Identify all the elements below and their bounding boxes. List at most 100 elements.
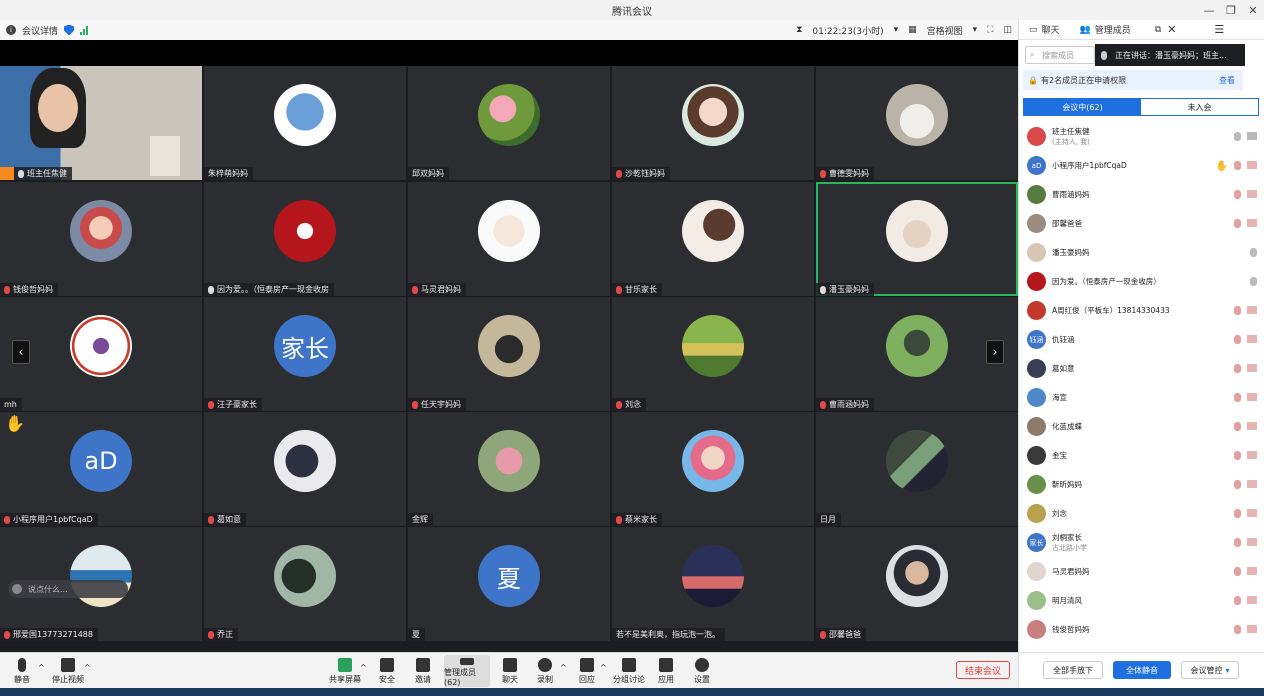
stop-video-button[interactable]: 停止视频 [48, 655, 88, 687]
video-tile[interactable]: 马灵君妈妈 [408, 182, 610, 296]
avatar [478, 430, 540, 492]
video-tile[interactable]: 蔡米家长 [612, 412, 814, 526]
list-item[interactable]: 刘念 [1019, 499, 1264, 528]
video-tile[interactable]: 班主任焦健 [0, 66, 202, 180]
list-item[interactable]: A周红俊（平板车）13814330433 [1019, 296, 1264, 325]
meeting-control-dropdown[interactable]: 会议管控 ▾ [1181, 661, 1239, 679]
video-tile-active-speaker[interactable]: 潘玉豪妈妈 [816, 182, 1018, 296]
grid-view-icon[interactable]: ▦ [908, 25, 917, 35]
list-item[interactable]: 明月清风 [1019, 586, 1264, 615]
mic-muted-icon [820, 400, 826, 409]
prev-page-button[interactable]: ‹ [12, 340, 30, 364]
member-status-toggle: 会议中(62) 未入会 [1023, 98, 1259, 116]
video-tile[interactable]: 日月 [816, 412, 1018, 526]
tile-name: 因为爱。。（恒泰房产一现金收房 [204, 283, 334, 296]
tile-name: 葛如意 [204, 513, 246, 526]
chevron-up-icon[interactable]: ^ [38, 663, 45, 672]
chevron-up-icon[interactable]: ^ [600, 663, 607, 672]
video-tile[interactable]: 乔正 [204, 527, 406, 641]
chat-quick-input[interactable]: 说点什么... [8, 580, 128, 598]
os-taskbar [0, 688, 1264, 696]
video-tile[interactable]: 邵馨爸爸 [816, 527, 1018, 641]
chat-button[interactable]: 聊天 [490, 655, 530, 687]
tab-chat[interactable]: ▭ 聊天 [1019, 20, 1070, 40]
network-signal-icon[interactable] [80, 25, 89, 35]
tile-name: 小程序用户1pbfCqaD [0, 513, 98, 526]
list-item[interactable]: 化蓝成蝶 [1019, 412, 1264, 441]
mute-all-button[interactable]: 全体静音 [1113, 661, 1171, 679]
invite-button[interactable]: 邀请 [403, 655, 443, 687]
settings-button[interactable]: 设置 [682, 655, 722, 687]
tab-in-meeting[interactable]: 会议中(62) [1024, 99, 1141, 115]
info-icon[interactable]: i [6, 25, 16, 35]
breakout-rooms-button[interactable]: 分组讨论 [609, 655, 649, 687]
video-tile[interactable]: 家长 汪子豪家长 [204, 297, 406, 411]
meeting-details-button[interactable]: 会议详情 [22, 24, 58, 37]
next-page-button[interactable]: › [986, 340, 1004, 364]
share-screen-button[interactable]: 共享屏幕 [325, 655, 365, 687]
list-item[interactable]: 曹雨涵妈妈 [1019, 180, 1264, 209]
mic-icon [18, 658, 26, 672]
close-panel-icon[interactable]: ✕ [1167, 23, 1176, 36]
sidebar-toggle-icon[interactable]: ◫ [1003, 25, 1012, 35]
apps-button[interactable]: 应用 [646, 655, 686, 687]
video-tile[interactable]: 朱梓萌妈妈 [204, 66, 406, 180]
list-item[interactable]: 金宝 [1019, 441, 1264, 470]
video-tile[interactable]: 夏 夏 [408, 527, 610, 641]
meeting-timer[interactable]: 01:22:23(3小时) [812, 24, 883, 37]
tile-name: 日月 [816, 513, 841, 526]
view-requests-link[interactable]: 查看 [1219, 75, 1235, 86]
manage-members-button[interactable]: 管理成员(62) [444, 655, 490, 687]
chevron-down-icon[interactable]: ▾ [973, 25, 978, 35]
popout-icon[interactable]: ⧉ [1155, 25, 1161, 35]
chevron-up-icon[interactable]: ^ [560, 663, 567, 672]
menu-icon[interactable]: ☰ [1214, 23, 1224, 36]
fullscreen-icon[interactable]: ⛶ [987, 25, 993, 35]
list-item[interactable]: 葛如意 [1019, 354, 1264, 383]
tab-members[interactable]: 👥 管理成员 [1070, 20, 1141, 40]
list-item[interactable]: 家长 刘桐家长 古北路小学 [1019, 528, 1264, 557]
mic-icon [1101, 50, 1107, 60]
video-tile[interactable]: 因为爱。。（恒泰房产一现金收房 [204, 182, 406, 296]
chevron-down-icon[interactable]: ▾ [894, 25, 899, 35]
video-tile[interactable]: 钱俊哲妈妈 [0, 182, 202, 296]
tab-not-joined[interactable]: 未入会 [1141, 99, 1258, 115]
mute-button[interactable]: 静音 [2, 655, 42, 687]
list-item[interactable]: aD 小程序用户1pbfCqaD ✋ [1019, 151, 1264, 180]
tile-name: 潘玉豪妈妈 [816, 283, 874, 296]
list-item[interactable]: 班主任焦健 (主持人, 我) [1019, 122, 1264, 151]
list-item[interactable]: 钰涵 仇钰涵 [1019, 325, 1264, 354]
list-item[interactable]: 靳昕妈妈 [1019, 470, 1264, 499]
video-tile[interactable]: aD 小程序用户1pbfCqaD [0, 412, 202, 526]
lower-all-hands-button[interactable]: 全部手放下 [1043, 661, 1103, 679]
security-shield-icon[interactable] [64, 24, 75, 36]
video-tile[interactable]: 葛如意 [204, 412, 406, 526]
video-tile[interactable]: mh [0, 297, 202, 411]
video-tile[interactable]: 沙乾钰妈妈 [612, 66, 814, 180]
list-item[interactable]: 海宣 [1019, 383, 1264, 412]
video-tile[interactable]: 曹德雯妈妈 [816, 66, 1018, 180]
minimize-icon[interactable]: — [1198, 0, 1220, 20]
video-tile[interactable]: 邱双妈妈 [408, 66, 610, 180]
list-item[interactable]: 马灵君妈妈 [1019, 557, 1264, 586]
video-tile[interactable]: 任天宇妈妈 [408, 297, 610, 411]
close-icon[interactable]: ✕ [1242, 0, 1264, 20]
video-tile[interactable]: 金辉 [408, 412, 610, 526]
list-item[interactable]: 钱俊哲妈妈 [1019, 615, 1264, 644]
list-item[interactable]: 邵馨爸爸 [1019, 209, 1264, 238]
video-tile[interactable]: 若不是美利奥，指玩泡一泡。 [612, 527, 814, 641]
restore-icon[interactable]: ❐ [1220, 0, 1242, 20]
chevron-up-icon[interactable]: ^ [84, 663, 91, 672]
list-item[interactable]: 因为爱。（恒泰房产一现金收房） [1019, 267, 1264, 296]
security-button[interactable]: 安全 [367, 655, 407, 687]
view-mode-button[interactable]: 宫格视图 [927, 24, 963, 37]
video-tile[interactable]: 刘念 [612, 297, 814, 411]
end-meeting-button[interactable]: 结束会议 [956, 661, 1010, 679]
member-search-input[interactable]: ⌕ 搜索成员 [1025, 46, 1095, 64]
chat-icon: ▭ [1029, 24, 1038, 35]
record-button[interactable]: 录制 [525, 655, 565, 687]
list-item[interactable]: 潘玉豪妈妈 [1019, 238, 1264, 267]
video-tile[interactable]: 甘乐家长 [612, 182, 814, 296]
avatar: 夏 [478, 545, 540, 607]
chevron-up-icon[interactable]: ^ [360, 663, 367, 672]
